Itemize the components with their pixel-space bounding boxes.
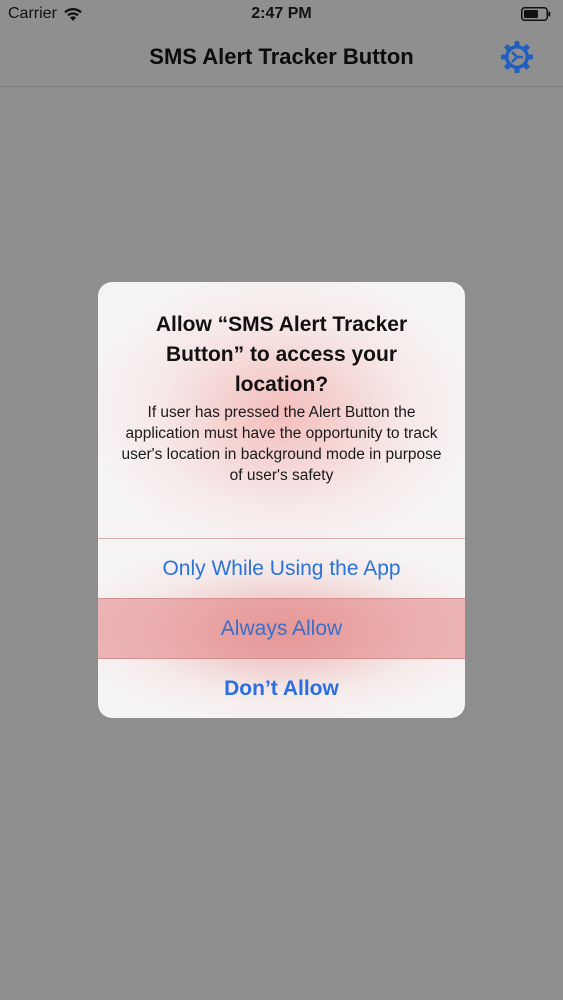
navigation-bar: SMS Alert Tracker Button <box>0 30 563 87</box>
alert-title: Allow “SMS Alert Tracker Button” to acce… <box>155 313 408 396</box>
nav-title: SMS Alert Tracker Button <box>149 44 414 69</box>
battery-icon <box>521 7 551 21</box>
only-while-using-button[interactable]: Only While Using the App <box>98 538 465 599</box>
status-time: 2:47 PM <box>251 5 312 22</box>
always-allow-button[interactable]: Always Allow <box>98 598 465 659</box>
alert-message: If user has pressed the Alert Button the… <box>121 404 442 484</box>
alert-content: Allow “SMS Alert Tracker Button” to acce… <box>98 282 465 537</box>
dont-allow-button[interactable]: Don’t Allow <box>98 658 465 718</box>
location-permission-alert: Allow “SMS Alert Tracker Button” to acce… <box>98 282 465 718</box>
app-screen: Carrier 2:47 PM SMS Alert Tracker Button <box>0 0 563 1000</box>
gear-icon[interactable] <box>499 39 535 75</box>
status-bar: Carrier 2:47 PM <box>0 0 563 30</box>
